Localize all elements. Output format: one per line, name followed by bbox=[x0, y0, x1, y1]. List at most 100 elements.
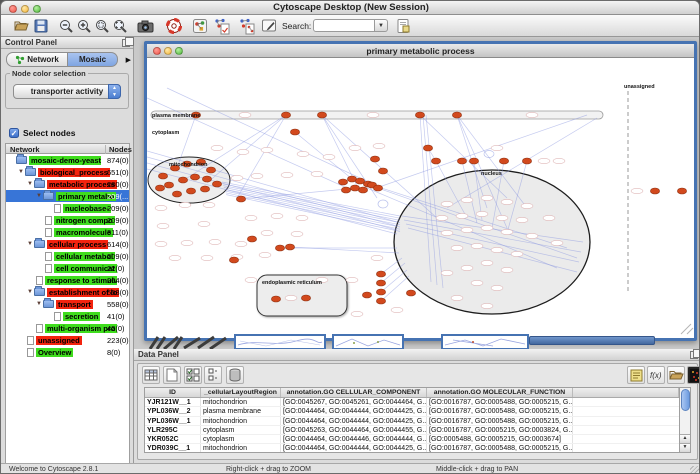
table-cell[interactable]: [GO:0016787, GO:0005488, GO:0005215, G..… bbox=[427, 398, 573, 406]
node-label-pill[interactable] bbox=[251, 173, 263, 178]
node-label-pill[interactable] bbox=[501, 229, 513, 234]
node-label-pill[interactable] bbox=[346, 277, 358, 282]
network-node[interactable] bbox=[677, 188, 686, 194]
network-node[interactable] bbox=[229, 257, 238, 263]
canvas-resize-grip[interactable] bbox=[681, 324, 693, 334]
select-attributes-icon[interactable] bbox=[184, 366, 202, 384]
network-node[interactable] bbox=[301, 295, 310, 301]
node-label-pill[interactable] bbox=[281, 172, 293, 177]
node-label-pill[interactable] bbox=[323, 154, 335, 159]
zoom-in-icon[interactable] bbox=[75, 17, 93, 35]
node-label-pill[interactable] bbox=[209, 239, 221, 244]
network-node[interactable] bbox=[341, 187, 350, 193]
node-label-pill[interactable] bbox=[179, 202, 191, 207]
network-node[interactable] bbox=[285, 244, 294, 250]
network-node[interactable] bbox=[164, 182, 173, 188]
snapshot-icon[interactable] bbox=[136, 17, 154, 35]
save-session-icon[interactable] bbox=[32, 17, 50, 35]
network-node[interactable] bbox=[406, 290, 415, 296]
table-cell[interactable]: [GO:0016787, GO:0005488, GO:0005215, G..… bbox=[427, 444, 573, 452]
node-label-pill[interactable] bbox=[516, 217, 528, 222]
network-node[interactable] bbox=[317, 112, 326, 118]
table-scrollbar[interactable]: ▲ ▼ bbox=[679, 387, 691, 453]
scrollbar-thumb[interactable] bbox=[681, 389, 690, 411]
network-node[interactable] bbox=[376, 280, 385, 286]
node-label-pill[interactable] bbox=[235, 241, 247, 246]
table-cell[interactable]: [GO:0016787, GO:0005215, GO:0003824, G..… bbox=[427, 426, 573, 434]
network-node[interactable] bbox=[247, 236, 256, 242]
node-label-pill[interactable] bbox=[201, 255, 213, 260]
network-canvas[interactable]: plasma membrane cytoplasm mitochondrion … bbox=[147, 58, 694, 337]
table-cell[interactable]: YJR121W__1 bbox=[145, 398, 201, 406]
network-node[interactable] bbox=[499, 158, 508, 164]
table-cell[interactable]: mitochondrion bbox=[201, 417, 281, 425]
table-cell[interactable]: cytoplasm bbox=[201, 435, 281, 443]
background-network-window[interactable] bbox=[234, 334, 326, 349]
table-cell[interactable]: YPL036W__2 bbox=[145, 407, 201, 415]
float-data-panel-icon[interactable] bbox=[690, 351, 698, 359]
node-label-pill[interactable] bbox=[155, 205, 167, 210]
node-label-pill[interactable] bbox=[367, 112, 379, 117]
notes-icon[interactable] bbox=[627, 366, 645, 384]
node-label-pill[interactable] bbox=[471, 280, 483, 285]
tree-row[interactable]: cellular metabol209(0) bbox=[6, 250, 129, 262]
node-label-pill[interactable] bbox=[351, 311, 363, 316]
attribute-table-icon[interactable] bbox=[142, 366, 160, 384]
network-node[interactable] bbox=[158, 173, 167, 179]
node-label-pill[interactable] bbox=[461, 265, 473, 270]
formula-icon[interactable]: f(x) bbox=[647, 366, 665, 384]
tree-expand-icon[interactable]: ▼ bbox=[35, 301, 43, 307]
network-node[interactable] bbox=[415, 112, 424, 118]
select-nodes-checkbox[interactable]: ✓ bbox=[9, 128, 19, 138]
node-label-pill[interactable] bbox=[491, 145, 503, 150]
annotation-icon[interactable] bbox=[260, 17, 278, 35]
table-cell[interactable]: YKR052C bbox=[145, 435, 201, 443]
table-cell[interactable]: YDR039C__1 bbox=[145, 444, 201, 452]
network-node[interactable] bbox=[202, 176, 211, 182]
node-label-pill[interactable] bbox=[181, 240, 193, 245]
network-node[interactable] bbox=[212, 181, 221, 187]
tabs-overflow-button[interactable]: ▶ bbox=[126, 56, 131, 64]
tree-row[interactable]: response to stimulu264(0) bbox=[6, 274, 129, 286]
table-cell[interactable]: [GO:0044464, GO:0044444, GO:0044425, G..… bbox=[281, 417, 427, 425]
tree-expand-icon[interactable]: ▼ bbox=[26, 181, 34, 187]
network-node[interactable] bbox=[469, 158, 478, 164]
node-label-pill[interactable] bbox=[311, 171, 323, 176]
node-label-pill[interactable] bbox=[441, 230, 453, 235]
network-node[interactable] bbox=[457, 158, 466, 164]
network-node[interactable] bbox=[236, 196, 245, 202]
tree-row[interactable]: ▼cellular process614(0) bbox=[6, 238, 129, 250]
node-label-pill[interactable] bbox=[203, 202, 215, 207]
new-attribute-icon[interactable] bbox=[163, 366, 181, 384]
window-titlebar[interactable]: Cytoscape Desktop (New Session) bbox=[1, 1, 700, 15]
node-label-pill[interactable] bbox=[491, 285, 503, 290]
table-cell[interactable]: mitochondrion bbox=[201, 398, 281, 406]
network-node[interactable] bbox=[190, 174, 199, 180]
table-cell[interactable]: [GO:0045267, GO:0045261, GO:0044464, G..… bbox=[281, 398, 427, 406]
table-row[interactable]: YDR039C__1mitochondrion[GO:0044464, GO:0… bbox=[145, 444, 679, 453]
tab-mosaic[interactable]: Mosaic bbox=[68, 52, 118, 67]
node-label-pill[interactable] bbox=[259, 252, 271, 257]
network-node[interactable] bbox=[376, 298, 385, 304]
node-label-pill[interactable] bbox=[496, 215, 508, 220]
delete-attribute-icon[interactable] bbox=[226, 366, 244, 384]
node-label-pill[interactable] bbox=[526, 233, 538, 238]
hide-selection-icon[interactable] bbox=[213, 17, 231, 35]
import-attributes-icon[interactable] bbox=[667, 366, 685, 384]
table-cell[interactable]: YLR295C bbox=[145, 426, 201, 434]
node-label-pill[interactable] bbox=[198, 221, 210, 226]
node-label-pill[interactable] bbox=[511, 251, 523, 256]
tree-row[interactable]: mosaic-demo-yeast874(0) bbox=[6, 154, 129, 166]
node-label-pill[interactable] bbox=[491, 247, 503, 252]
node-label-pill[interactable] bbox=[245, 215, 257, 220]
node-label-pill[interactable] bbox=[476, 211, 488, 216]
tree-row[interactable]: nitrogen compo209(0) bbox=[6, 214, 129, 226]
tree-row[interactable]: cell communicat22(0) bbox=[6, 262, 129, 274]
node-label-pill[interactable] bbox=[239, 112, 251, 117]
node-label-pill[interactable] bbox=[155, 241, 167, 246]
table-cell[interactable]: [GO:0016787, GO:0005488, GO:0005215, G..… bbox=[427, 417, 573, 425]
column-header[interactable]: _cellularLayoutRegion bbox=[201, 388, 281, 397]
network-node[interactable] bbox=[155, 185, 164, 191]
tree-expand-icon[interactable]: ▼ bbox=[26, 289, 34, 295]
table-cell[interactable]: [GO:0045263, GO:0044464, GO:0044455, G..… bbox=[281, 426, 427, 434]
